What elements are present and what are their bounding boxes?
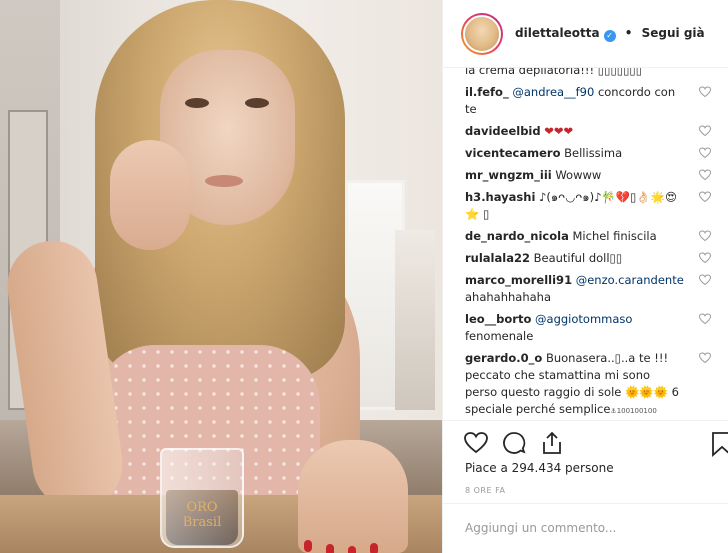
comment-item: rulalala22 Beautiful doll▯▯ <box>465 250 712 267</box>
comment-username[interactable]: davideelbid <box>465 124 541 138</box>
comment-username[interactable]: marco_morelli91 <box>465 273 572 287</box>
author-line: dilettaleotta ✓ • Segui già <box>515 26 705 42</box>
comment-like-heart-icon[interactable] <box>698 147 712 159</box>
comment-text: ❤❤❤ <box>540 124 574 138</box>
post-header: dilettaleotta ✓ • Segui già <box>443 0 728 68</box>
photo-lips <box>205 175 243 187</box>
comment-item: il.fefo_ @andrea__f90 concordo con te <box>465 84 712 118</box>
bookmark-icon[interactable] <box>711 431 728 458</box>
follow-button[interactable]: Segui già <box>642 26 705 40</box>
comment-username[interactable]: leo__borto <box>465 312 531 326</box>
comment-username[interactable]: mr_wngzm_iii <box>465 168 552 182</box>
comment-text: Bellissima <box>560 146 623 160</box>
comment-text: Wowww <box>551 168 602 182</box>
comment-like-heart-icon[interactable] <box>698 352 712 364</box>
heart-icon[interactable] <box>463 430 489 456</box>
action-bar <box>443 420 728 464</box>
photo-cup <box>160 448 244 548</box>
post-photo[interactable]: ORO Brasil <box>0 0 442 553</box>
comment-tag: ⚓100100100 <box>610 407 657 415</box>
photo-window-shade <box>395 230 435 410</box>
comment-mention[interactable]: @enzo.carandente <box>576 273 684 287</box>
comment-username[interactable]: h3.hayashi <box>465 190 535 204</box>
photo-cup-logo: ORO Brasil <box>182 500 222 530</box>
comment-username[interactable]: rulalala22 <box>465 251 530 265</box>
comment-item: leo__borto @aggiotommaso fenomenale <box>465 311 712 345</box>
comment-text: Beautiful doll▯▯ <box>529 251 623 265</box>
comment-item: la crema depilatoria!!! ▯▯▯▯▯▯▯ <box>465 68 705 79</box>
comment-like-heart-icon[interactable] <box>698 230 712 242</box>
comment-item: vicentecamero Bellissima <box>465 145 712 162</box>
comment-text: ahahahhahaha <box>465 290 552 304</box>
comment-text: fenomenale <box>465 329 534 343</box>
comment-text: Michel finiscila <box>568 229 657 243</box>
comment-like-heart-icon[interactable] <box>698 86 712 98</box>
comment-item: gerardo.0_o Buonasera..▯..a te !!! pecca… <box>465 350 712 420</box>
comment-item: de_nardo_nicola Michel finiscila <box>465 228 712 245</box>
post-side-panel: dilettaleotta ✓ • Segui già la crema depi… <box>442 0 728 553</box>
comment-like-heart-icon[interactable] <box>698 169 712 181</box>
comment-like-heart-icon[interactable] <box>698 313 712 325</box>
share-icon[interactable] <box>539 430 565 456</box>
comment-username[interactable]: gerardo.0_o <box>465 351 542 365</box>
comment-mention[interactable]: @andrea__f90 <box>512 85 594 99</box>
comment-like-heart-icon[interactable] <box>698 274 712 286</box>
avatar[interactable] <box>461 12 503 55</box>
photo-nail <box>370 543 378 553</box>
comment-item: h3.hayashi ♪(๑ᴖ◡ᴖ๑)♪🎋💔▯👌🏻🌟😍⭐ ▯ <box>465 189 712 223</box>
add-comment-input[interactable]: Aggiungi un commento... <box>443 503 728 553</box>
comments-list[interactable]: la crema depilatoria!!! ▯▯▯▯▯▯▯ il.fefo_ … <box>443 68 728 420</box>
comment-item: davideelbid ❤❤❤ <box>465 123 712 140</box>
photo-nail <box>348 546 356 553</box>
comment-icon[interactable] <box>501 430 527 456</box>
photo-hand-right <box>298 440 408 553</box>
comment-mention[interactable]: @aggiotommaso <box>535 312 632 326</box>
photo-hand-cheek <box>110 140 190 250</box>
comment-text: la crema depilatoria!!! ▯▯▯▯▯▯▯ <box>465 68 643 77</box>
photo-eye-right <box>245 98 269 108</box>
comment-like-heart-icon[interactable] <box>698 252 712 264</box>
separator-dot: • <box>624 25 633 40</box>
post-timestamp: 8 ORE FA <box>465 486 506 495</box>
comment-item: marco_morelli91 @enzo.carandente ahahahh… <box>465 272 712 306</box>
comment-username[interactable]: il.fefo_ <box>465 85 509 99</box>
comment-like-heart-icon[interactable] <box>698 191 712 203</box>
photo-nail <box>326 544 334 553</box>
comment-like-heart-icon[interactable] <box>698 125 712 137</box>
comment-username[interactable]: vicentecamero <box>465 146 560 160</box>
verified-badge-icon: ✓ <box>603 29 616 42</box>
likes-count[interactable]: Piace a 294.434 persone <box>465 461 614 475</box>
photo-eye-left <box>185 98 209 108</box>
author-username[interactable]: dilettaleotta <box>515 26 600 40</box>
comment-item: mr_wngzm_iii Wowww <box>465 167 712 184</box>
comment-username[interactable]: de_nardo_nicola <box>465 229 569 243</box>
photo-nail <box>304 540 312 552</box>
avatar-image <box>463 14 501 53</box>
